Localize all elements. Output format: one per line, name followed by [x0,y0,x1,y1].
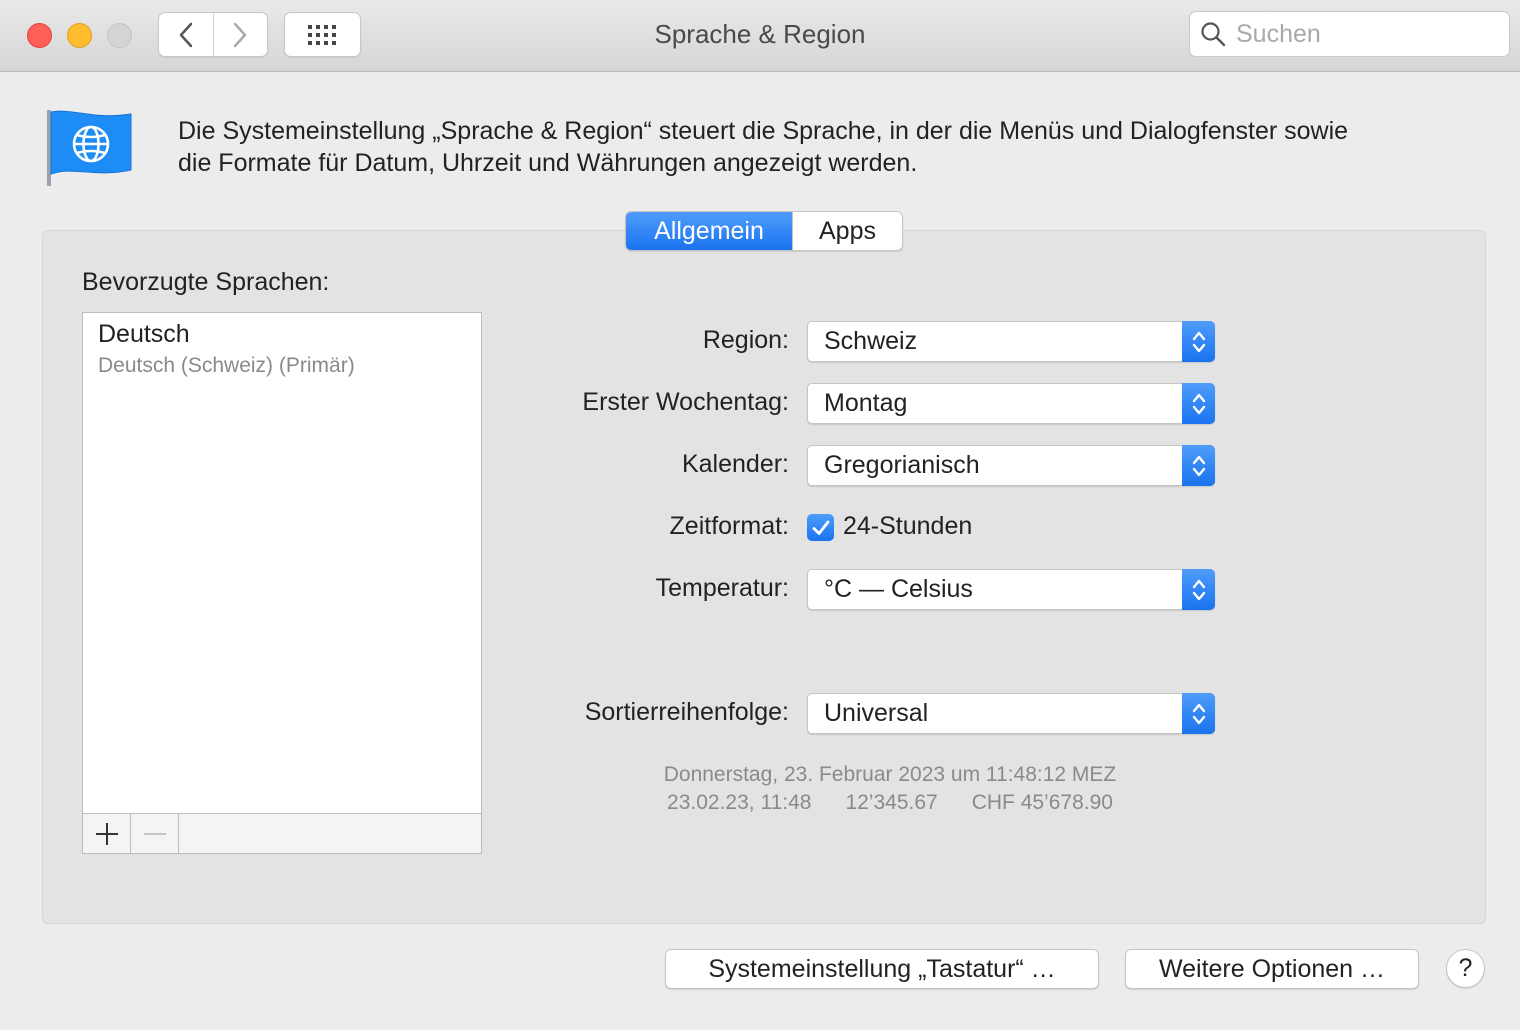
checkmark-icon [812,520,829,535]
temperature-label: Temperatur: [655,574,789,602]
add-language-button[interactable] [83,814,131,853]
first-weekday-label: Erster Wochentag: [582,388,789,416]
preferred-languages-label: Bevorzugte Sprachen: [82,268,330,296]
sort-order-value: Universal [824,699,929,727]
24-hour-label[interactable]: 24-Stunden [843,512,972,541]
calendar-label: Kalender: [681,450,789,478]
preview-date: 23.02.23, 11:48 [667,791,812,814]
title-bar: Sprache & Region [0,0,1520,72]
region-label: Region: [702,326,789,354]
updown-chevron-icon [1182,569,1215,610]
time-format-label: Zeitformat: [669,512,789,540]
language-list[interactable]: Deutsch Deutsch (Schweiz) (Primär) [82,312,482,854]
keyboard-preferences-button[interactable]: Systemeinstellung „Tastatur“ … [665,949,1099,989]
sort-order-popup[interactable]: Universal [807,693,1215,734]
region-popup[interactable]: Schweiz [807,321,1215,362]
sort-order-label: Sortierreihenfolge: [584,698,789,726]
preview-currency: CHF 45’678.90 [971,791,1113,814]
search-input[interactable] [1234,18,1494,50]
tab-apps[interactable]: Apps [792,212,902,250]
first-weekday-value: Montag [824,389,908,417]
search-icon [1201,22,1226,47]
help-button[interactable]: ? [1446,949,1485,988]
description-line-1: Die Systemeinstellung „Sprache & Region“… [178,117,1349,145]
language-detail: Deutsch (Schweiz) (Primär) [98,354,355,377]
24-hour-checkbox[interactable] [807,514,834,541]
updown-chevron-icon [1182,445,1215,486]
updown-chevron-icon [1182,693,1215,734]
globe-flag-icon [45,108,135,193]
plus-icon [95,822,118,845]
language-name: Deutsch [98,320,190,348]
region-value: Schweiz [824,327,918,355]
remove-language-button[interactable] [131,814,179,853]
tab-general[interactable]: Allgemein [626,212,792,250]
updown-chevron-icon [1182,383,1215,424]
first-weekday-popup[interactable]: Montag [807,383,1215,424]
minus-icon [143,832,166,835]
description-line-2: die Formate für Datum, Uhrzeit und Währu… [178,149,918,177]
temperature-popup[interactable]: °C — Celsius [807,569,1215,610]
more-options-button[interactable]: Weitere Optionen … [1125,949,1419,989]
pane-description: Die Systemeinstellung „Sprache & Region“… [178,115,1478,179]
list-toolbar [83,813,481,853]
search-field[interactable] [1189,11,1510,57]
calendar-popup[interactable]: Gregorianisch [807,445,1215,486]
updown-chevron-icon [1182,321,1215,362]
format-preview-long: Donnerstag, 23. Februar 2023 um 11:48:12… [663,763,1117,786]
tab-bar: Allgemein Apps [625,211,903,251]
preview-number: 12’345.67 [845,791,938,814]
temperature-value: °C — Celsius [824,575,973,603]
calendar-value: Gregorianisch [824,451,980,479]
format-preview-short: 23.02.23, 11:48 12’345.67 CHF 45’678.90 [560,791,1220,815]
preferences-window: Sprache & Region Die Systemeinstellung „… [0,0,1520,1030]
